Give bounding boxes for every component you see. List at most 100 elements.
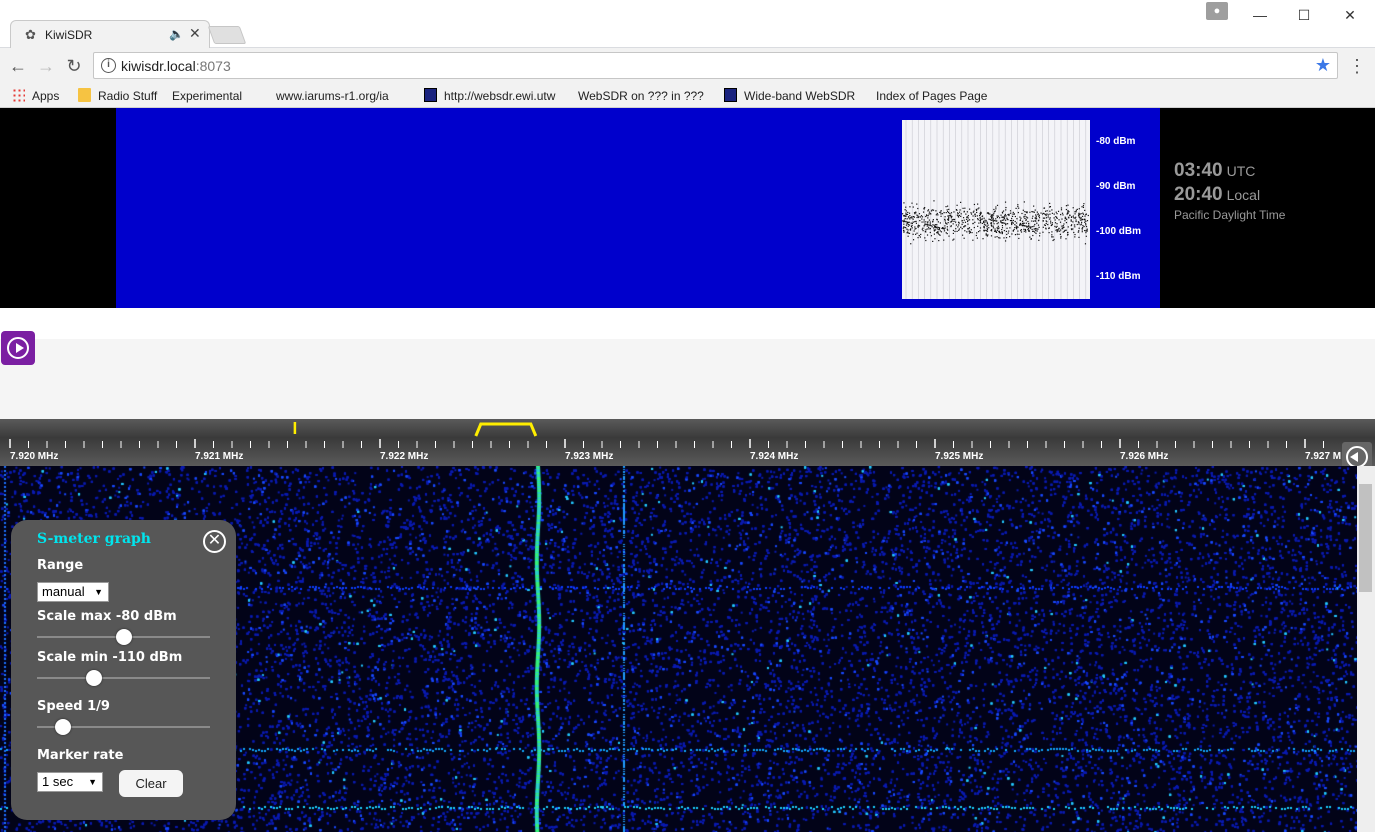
smeter-sample-point bbox=[926, 228, 928, 230]
smeter-sample-point bbox=[1042, 226, 1044, 228]
profile-icon[interactable]: ● bbox=[1206, 2, 1228, 20]
smeter-sample-point bbox=[1038, 215, 1040, 217]
bookmark-item[interactable]: Wide-band WebSDR bbox=[724, 87, 855, 105]
address-bar[interactable]: i kiwisdr.local:8073 ★ bbox=[93, 52, 1338, 79]
smeter-sample-point bbox=[998, 230, 1000, 233]
clear-button[interactable]: Clear bbox=[119, 770, 183, 797]
slider-knob[interactable] bbox=[54, 719, 71, 735]
smeter-sample-point bbox=[969, 208, 971, 210]
scrollbar-thumb[interactable] bbox=[1359, 484, 1372, 592]
smeter-sample-point bbox=[968, 227, 971, 229]
smeter-sample-point bbox=[1014, 234, 1017, 236]
bookmark-item[interactable]: Experimental bbox=[172, 87, 242, 209]
smeter-sample-point bbox=[967, 223, 969, 225]
scale-min-slider[interactable] bbox=[37, 670, 210, 686]
smeter-sample-point bbox=[921, 228, 923, 230]
smeter-sample-point bbox=[1007, 214, 1009, 216]
panel-close-icon[interactable]: ✕ bbox=[203, 530, 226, 553]
smeter-sample-point bbox=[981, 222, 983, 225]
speaker-icon[interactable]: 🔈 bbox=[169, 27, 184, 41]
scale-max-slider[interactable] bbox=[37, 629, 210, 645]
smeter-sample-point bbox=[1066, 218, 1068, 220]
smeter-sample-point bbox=[938, 228, 940, 230]
bookmark-item[interactable]: WebSDR on ??? in ??? bbox=[578, 87, 704, 209]
smeter-sample-point bbox=[983, 230, 985, 232]
bookmark-item[interactable]: Radio Stuff bbox=[78, 87, 157, 105]
smeter-sample-point bbox=[1034, 209, 1036, 211]
speed-slider[interactable] bbox=[37, 719, 210, 735]
bookmark-item[interactable]: Index of Pages Page bbox=[876, 87, 987, 209]
passband-indicator[interactable] bbox=[474, 422, 538, 437]
play-icon bbox=[16, 343, 24, 353]
minimize-icon[interactable]: — bbox=[1240, 0, 1280, 30]
bookmark-label: Apps bbox=[32, 89, 60, 103]
site-info-icon[interactable]: i bbox=[101, 58, 116, 73]
smeter-sample-point bbox=[1035, 214, 1037, 216]
smeter-sample-point bbox=[929, 224, 931, 226]
smeter-sample-point bbox=[982, 220, 985, 222]
bookmark-item[interactable]: www.iarums-r1.org/ia bbox=[276, 87, 389, 209]
smeter-sample-point bbox=[970, 229, 972, 231]
smeter-sample-point bbox=[1032, 226, 1034, 228]
control-strip bbox=[0, 339, 1375, 419]
smeter-sample-point bbox=[944, 220, 946, 222]
smeter-sample-point bbox=[967, 219, 969, 221]
smeter-sample-point bbox=[932, 209, 935, 211]
smeter-sample-point bbox=[962, 207, 964, 209]
smeter-sample-point bbox=[912, 233, 914, 235]
smeter-sample-point bbox=[961, 234, 964, 236]
smeter-sample-point bbox=[925, 215, 927, 218]
smeter-sample-point bbox=[1048, 232, 1050, 234]
smeter-sample-point bbox=[1081, 231, 1083, 233]
slider-knob[interactable] bbox=[115, 629, 132, 645]
smeter-sample-point bbox=[1037, 224, 1040, 226]
smeter-sample-point bbox=[1024, 213, 1026, 216]
smeter-sample-point bbox=[995, 206, 997, 208]
bookmark-item[interactable]: Apps bbox=[12, 87, 59, 105]
reload-icon[interactable]: ↻ bbox=[62, 54, 86, 78]
smeter-sample-point bbox=[1045, 214, 1047, 217]
smeter-sample-point bbox=[914, 226, 916, 228]
smeter-sample-point bbox=[945, 212, 947, 214]
dropdown-caret-icon: ▼ bbox=[88, 777, 97, 787]
smeter-sample-point bbox=[1083, 225, 1085, 228]
smeter-sample-point bbox=[1009, 219, 1012, 222]
marker-rate-select[interactable]: 1 sec ▼ bbox=[37, 772, 103, 792]
smeter-sample-point bbox=[1059, 233, 1061, 235]
smeter-sample-point bbox=[1060, 209, 1063, 211]
smeter-sample-point bbox=[903, 219, 905, 221]
back-arrow-icon[interactable]: ← bbox=[6, 54, 30, 78]
range-select[interactable]: manual ▼ bbox=[37, 582, 109, 602]
smeter-sample-point bbox=[1067, 209, 1069, 212]
play-button[interactable] bbox=[1, 331, 35, 365]
smeter-sample-point bbox=[1050, 220, 1052, 222]
smeter-sample-point bbox=[959, 209, 961, 211]
forward-arrow-icon[interactable]: → bbox=[34, 54, 58, 78]
smeter-sample-point bbox=[927, 210, 929, 212]
spectrum-display[interactable]: -80 dBm -90 dBm -100 dBm -110 dBm bbox=[116, 108, 1160, 308]
bookmark-star-icon[interactable]: ★ bbox=[1315, 55, 1331, 76]
smeter-sample-point bbox=[1060, 235, 1062, 238]
dropdown-caret-icon: ▼ bbox=[94, 587, 103, 597]
smeter-sample-point bbox=[1054, 225, 1056, 228]
smeter-sample-point bbox=[1029, 227, 1032, 229]
smeter-sample-point bbox=[937, 221, 939, 223]
maximize-icon[interactable]: ☐ bbox=[1284, 0, 1324, 30]
window-close-icon[interactable]: ✕ bbox=[1330, 0, 1370, 30]
browser-menu-icon[interactable]: ⋮ bbox=[1348, 54, 1366, 78]
smeter-sample-point bbox=[1075, 220, 1077, 223]
new-tab-button[interactable] bbox=[207, 26, 247, 44]
smeter-sample-point bbox=[1028, 222, 1030, 225]
smeter-sample-point bbox=[1060, 213, 1062, 216]
slider-knob[interactable] bbox=[86, 670, 103, 686]
tab-close-icon[interactable]: ✕ bbox=[189, 25, 201, 42]
smeter-sample-point bbox=[904, 215, 906, 217]
browser-tab[interactable]: ✿ KiwiSDR 🔈 ✕ bbox=[10, 20, 210, 48]
bookmark-item[interactable]: http://websdr.ewi.utw bbox=[424, 87, 555, 105]
waterfall-scrollbar[interactable] bbox=[1357, 466, 1375, 832]
smeter-sample-point bbox=[937, 232, 939, 234]
frequency-label: 7.922 MHz bbox=[380, 451, 429, 462]
smeter-sample-point bbox=[1081, 215, 1084, 217]
smeter-sample-point bbox=[995, 218, 997, 220]
smeter-sample-point bbox=[986, 212, 989, 214]
